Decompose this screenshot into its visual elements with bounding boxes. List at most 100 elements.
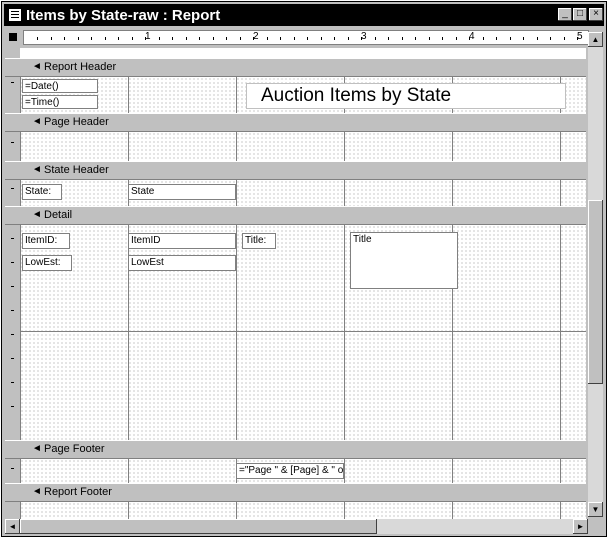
ruler-tick <box>118 37 119 40</box>
ruler-tick <box>11 468 14 469</box>
ruler-tick <box>294 37 295 40</box>
vertical-ruler[interactable] <box>5 48 20 519</box>
ruler-tick <box>199 37 200 40</box>
ruler-tick <box>186 37 187 40</box>
ruler-tick <box>172 37 173 40</box>
page-footer-area[interactable]: ="Page " & [Page] & " of " & [Pages] <box>20 459 586 483</box>
section-label: Detail <box>44 209 73 221</box>
ruler-row: 1 2 3 4 5 <box>5 28 603 48</box>
state-header-bar[interactable]: ◄ State Header <box>20 161 586 180</box>
ruler-tick <box>51 37 52 40</box>
ruler-tick <box>11 406 14 407</box>
section-selector[interactable] <box>5 483 20 502</box>
ruler-tick <box>37 37 38 40</box>
title-label[interactable]: Title: <box>242 233 276 249</box>
ruler-tick <box>334 37 335 40</box>
ruler-tick <box>213 37 214 40</box>
section-arrow-icon: ◄ <box>32 61 42 72</box>
section-arrow-icon: ◄ <box>32 486 42 497</box>
report-selector[interactable] <box>9 33 17 41</box>
scroll-right-button[interactable]: ► <box>573 519 588 534</box>
section-label: State Header <box>44 164 109 176</box>
report-design-canvas[interactable]: ◄ Report Header =Date() =Time() Auction … <box>20 48 586 519</box>
scroll-up-button[interactable]: ▲ <box>588 32 603 47</box>
ruler-tick <box>280 37 281 40</box>
ruler-tick <box>375 37 376 40</box>
report-design-window: Items by State-raw : Report _ □ × 1 2 3 … <box>1 1 607 537</box>
lowest-label[interactable]: LowEst: <box>22 255 72 271</box>
ruler-tick <box>132 37 133 40</box>
section-arrow-icon: ◄ <box>32 116 42 127</box>
section-selector[interactable] <box>5 206 20 225</box>
page-number-field[interactable]: ="Page " & [Page] & " of " & [Pages] <box>236 463 344 479</box>
title-bar[interactable]: Items by State-raw : Report _ □ × <box>4 4 604 26</box>
ruler-tick <box>105 37 106 40</box>
ruler-tick <box>402 37 403 40</box>
ruler-tick <box>361 37 362 40</box>
lowest-field[interactable]: LowEst <box>128 255 236 271</box>
ruler-tick <box>226 37 227 40</box>
ruler-tick <box>11 382 14 383</box>
grid-line <box>20 331 586 332</box>
ruler-tick <box>11 334 14 335</box>
report-footer-area[interactable] <box>20 502 586 519</box>
ruler-tick <box>11 142 14 143</box>
vertical-scroll-thumb[interactable] <box>588 200 603 384</box>
ruler-tick <box>145 37 146 40</box>
section-selector[interactable] <box>5 58 20 77</box>
section-arrow-icon: ◄ <box>32 164 42 175</box>
itemid-label[interactable]: ItemID: <box>22 233 70 249</box>
ruler-tick <box>64 37 65 40</box>
close-button[interactable]: × <box>589 8 603 21</box>
ruler-tick <box>442 37 443 40</box>
date-field[interactable]: =Date() <box>22 79 98 93</box>
title-field[interactable]: Title <box>350 232 458 289</box>
detail-bar[interactable]: ◄ Detail <box>20 206 586 225</box>
report-header-bar[interactable]: ◄ Report Header <box>20 58 586 77</box>
report-footer-bar[interactable]: ◄ Report Footer <box>20 483 586 502</box>
window-title: Items by State-raw : Report <box>26 7 221 24</box>
state-label[interactable]: State: <box>22 184 62 200</box>
ruler-tick <box>429 37 430 40</box>
ruler-tick <box>11 262 14 263</box>
ruler-tick <box>11 286 14 287</box>
state-field[interactable]: State <box>128 184 236 200</box>
state-header-area[interactable]: State: State <box>20 180 586 206</box>
detail-area[interactable]: ItemID: ItemID Title: Title LowEst: LowE… <box>20 225 586 440</box>
time-field[interactable]: =Time() <box>22 95 98 109</box>
scroll-left-button[interactable]: ◄ <box>5 519 20 534</box>
ruler-tick <box>11 82 14 83</box>
vertical-scrollbar[interactable]: ▲ ▼ <box>588 32 603 517</box>
horizontal-scrollbar[interactable]: ◄ ► <box>5 519 588 534</box>
section-selector[interactable] <box>5 440 20 459</box>
page-header-bar[interactable]: ◄ Page Header <box>20 113 586 132</box>
page-header-area[interactable] <box>20 132 586 161</box>
section-label: Page Header <box>44 116 109 128</box>
ruler-tick <box>388 37 389 40</box>
section-selector[interactable] <box>5 161 20 180</box>
report-title-label[interactable]: Auction Items by State <box>246 83 566 109</box>
horizontal-scroll-thumb[interactable] <box>20 519 377 534</box>
ruler-tick <box>307 37 308 40</box>
ruler-tick <box>415 37 416 40</box>
section-arrow-icon: ◄ <box>32 443 42 454</box>
ruler-tick <box>240 37 241 40</box>
ruler-tick <box>564 37 565 40</box>
ruler-tick <box>267 37 268 40</box>
section-arrow-icon: ◄ <box>32 209 42 220</box>
ruler-tick <box>550 37 551 40</box>
ruler-tick <box>11 238 14 239</box>
maximize-button[interactable]: □ <box>573 8 587 21</box>
itemid-field[interactable]: ItemID <box>128 233 236 249</box>
minimize-button[interactable]: _ <box>558 8 572 21</box>
report-icon[interactable] <box>8 8 22 22</box>
ruler-tick <box>11 358 14 359</box>
ruler-tick <box>11 310 14 311</box>
scroll-down-button[interactable]: ▼ <box>588 502 603 517</box>
ruler-tick <box>253 37 254 40</box>
ruler-tick <box>523 37 524 40</box>
horizontal-ruler[interactable]: 1 2 3 4 5 <box>23 30 589 45</box>
report-header-area[interactable]: =Date() =Time() Auction Items by State <box>20 77 586 113</box>
section-selector[interactable] <box>5 113 20 132</box>
page-footer-bar[interactable]: ◄ Page Footer <box>20 440 586 459</box>
